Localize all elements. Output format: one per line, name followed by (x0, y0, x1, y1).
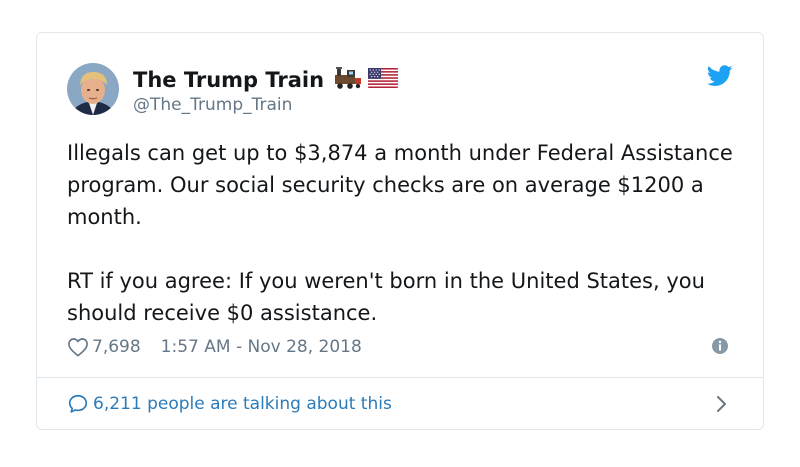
tweet-embed-card: The Trump Train @The_Trump_Train Illegal… (36, 32, 764, 430)
heart-icon[interactable] (67, 337, 89, 357)
talking-count-link[interactable]: 6,211 people are talking about this (93, 394, 392, 414)
chevron-right-icon[interactable] (715, 394, 729, 414)
tweet-timestamp[interactable]: 1:57 AM - Nov 28, 2018 (161, 337, 362, 357)
tweet-paragraph: Illegals can get up to $3,874 a month un… (67, 141, 733, 229)
tweet-meta: 7,698 1:57 AM - Nov 28, 2018 (67, 335, 362, 359)
display-name[interactable]: The Trump Train (133, 68, 324, 92)
info-icon[interactable] (711, 337, 729, 355)
twitter-bird-icon[interactable] (706, 65, 733, 87)
tweet-paragraph: RT if you agree: If you weren't born in … (67, 269, 705, 325)
tweet-text: Illegals can get up to $3,874 a month un… (67, 137, 747, 329)
speech-bubble-icon (67, 393, 89, 415)
like-count[interactable]: 7,698 (92, 337, 141, 357)
train-emoji (333, 67, 363, 93)
conversation-link[interactable]: 6,211 people are talking about this (67, 378, 733, 430)
display-name-line[interactable]: The Trump Train (133, 67, 399, 93)
avatar[interactable] (67, 63, 119, 115)
us-flag-emoji (368, 68, 399, 92)
tweet-header: The Trump Train @The_Trump_Train (67, 63, 733, 119)
user-handle[interactable]: @The_Trump_Train (133, 95, 292, 115)
